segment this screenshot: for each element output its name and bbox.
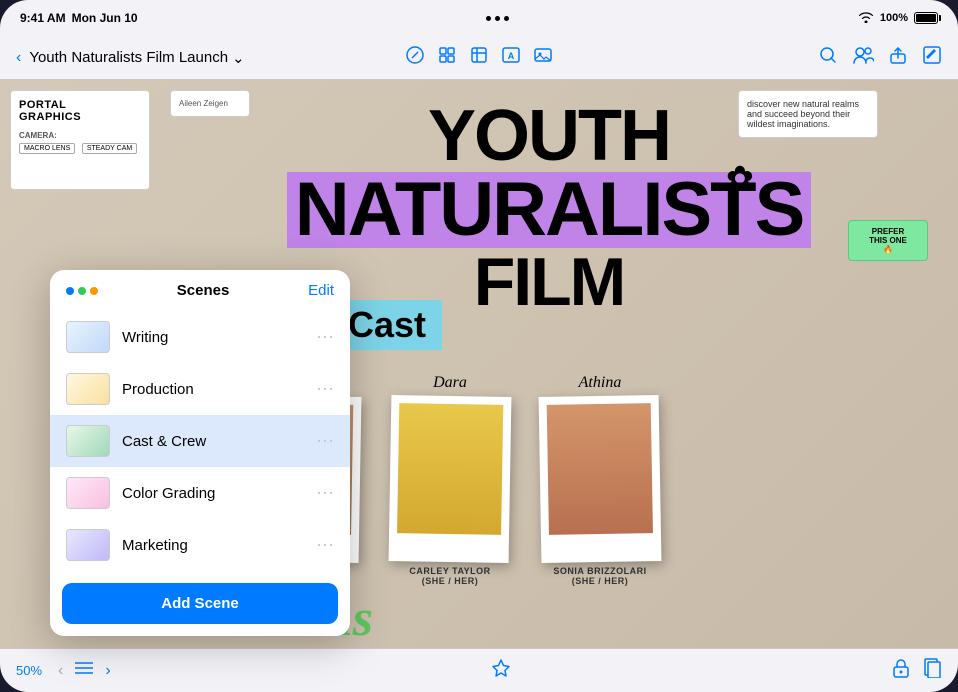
scene-thumb-marketing [66, 529, 110, 561]
dot-1 [66, 287, 74, 295]
star-icon [491, 658, 511, 683]
lock-icon [892, 658, 910, 683]
scenes-panel-header: Scenes Edit [50, 270, 350, 307]
prev-page-button[interactable]: ‹ [58, 662, 63, 680]
svg-text:A: A [508, 51, 515, 61]
text-icon[interactable]: A [501, 45, 521, 70]
status-bar: 9:41 AM Mon Jun 10 100% [0, 0, 958, 36]
grid-icon[interactable] [437, 45, 457, 70]
pencil-icon[interactable] [405, 45, 425, 70]
polaroid-sonia [539, 395, 662, 563]
scene-item-color-grading[interactable]: Color Grading ⋯ [50, 467, 350, 519]
cast-member-carley: Dara CARLEY TAYLOR (SHE / HER) [390, 374, 510, 586]
share-icon[interactable] [888, 45, 908, 70]
scenes-edit-button[interactable]: Edit [308, 282, 334, 299]
dot-3 [90, 287, 98, 295]
battery-label: 100% [880, 12, 908, 24]
flower-decoration: ✿ [726, 162, 751, 194]
layers-icon[interactable] [469, 45, 489, 70]
scenes-panel-dots [66, 287, 98, 295]
scene-more-writing[interactable]: ⋯ [316, 327, 334, 348]
add-scene-button[interactable]: Add Scene [62, 583, 338, 624]
cast-photo-carley [397, 403, 503, 535]
status-dot-2 [495, 16, 500, 21]
cast-script-name-sonia: Athina [579, 374, 622, 392]
status-time: 9:41 AM [20, 11, 66, 25]
scene-label-marketing: Marketing [122, 537, 304, 554]
cast-info-carley: CARLEY TAYLOR (SHE / HER) [409, 566, 490, 586]
title-youth: Youth [200, 100, 898, 172]
scene-thumb-writing [66, 321, 110, 353]
scene-more-marketing[interactable]: ⋯ [316, 535, 334, 556]
back-button[interactable]: ‹ [16, 49, 21, 67]
markup-icon[interactable] [922, 45, 942, 70]
back-chevron-icon: ‹ [16, 49, 21, 67]
polaroid-carley [389, 395, 512, 563]
toolbar: ‹ Youth Naturalists Film Launch ⌄ [0, 36, 958, 80]
cast-photo-sonia [547, 403, 653, 535]
page-navigation: ‹ › [58, 661, 111, 680]
scene-item-production[interactable]: Production ⋯ [50, 363, 350, 415]
status-dot-1 [486, 16, 491, 21]
scene-item-cast-crew[interactable]: Cast & Crew ⋯ [50, 415, 350, 467]
page-icon [924, 658, 942, 683]
title-dropdown-icon: ⌄ [232, 49, 245, 67]
title-naturalists: Naturalists ✿ [287, 172, 812, 248]
cast-script-name-carley: Dara [433, 374, 467, 392]
image-icon[interactable] [533, 45, 553, 70]
wifi-icon [858, 11, 874, 26]
portal-graphics-note: PORTALGRAPHICS CAMERA: MACRO LENS STEADY… [10, 90, 150, 190]
document-title[interactable]: Youth Naturalists Film Launch ⌄ [29, 49, 244, 67]
scenes-list: Writing ⋯ Production ⋯ Cast & Crew ⋯ Col… [50, 307, 350, 575]
bottom-bar: 50% ‹ › [0, 648, 958, 692]
scene-label-cast-crew: Cast & Crew [122, 433, 304, 450]
scene-thumb-production [66, 373, 110, 405]
list-view-icon[interactable] [75, 661, 93, 680]
scene-label-production: Production [122, 381, 304, 398]
scene-item-writing[interactable]: Writing ⋯ [50, 311, 350, 363]
battery-icon [914, 12, 938, 24]
scene-item-marketing[interactable]: Marketing ⋯ [50, 519, 350, 571]
scene-thumb-cast [66, 425, 110, 457]
scene-label-color-grading: Color Grading [122, 485, 304, 502]
find-icon[interactable] [818, 45, 838, 70]
scene-more-cast-crew[interactable]: ⋯ [316, 431, 334, 452]
dot-2 [78, 287, 86, 295]
scene-more-color-grading[interactable]: ⋯ [316, 483, 334, 504]
scene-more-production[interactable]: ⋯ [316, 379, 334, 400]
scene-thumb-color [66, 477, 110, 509]
scenes-panel: Scenes Edit Writing ⋯ Production ⋯ Cast … [50, 270, 350, 636]
status-dot-3 [504, 16, 509, 21]
status-date: Mon Jun 10 [72, 11, 138, 25]
collaborate-icon[interactable] [852, 45, 874, 70]
cast-member-sonia: Athina SONIA BRIZZOLARI (SHE / HER) [540, 374, 660, 586]
scenes-panel-title: Scenes [98, 282, 308, 299]
cast-info-sonia: SONIA BRIZZOLARI (SHE / HER) [553, 566, 646, 586]
zoom-level[interactable]: 50% [16, 663, 42, 678]
scene-label-writing: Writing [122, 329, 304, 346]
ipad-frame: 9:41 AM Mon Jun 10 100% [0, 0, 958, 692]
